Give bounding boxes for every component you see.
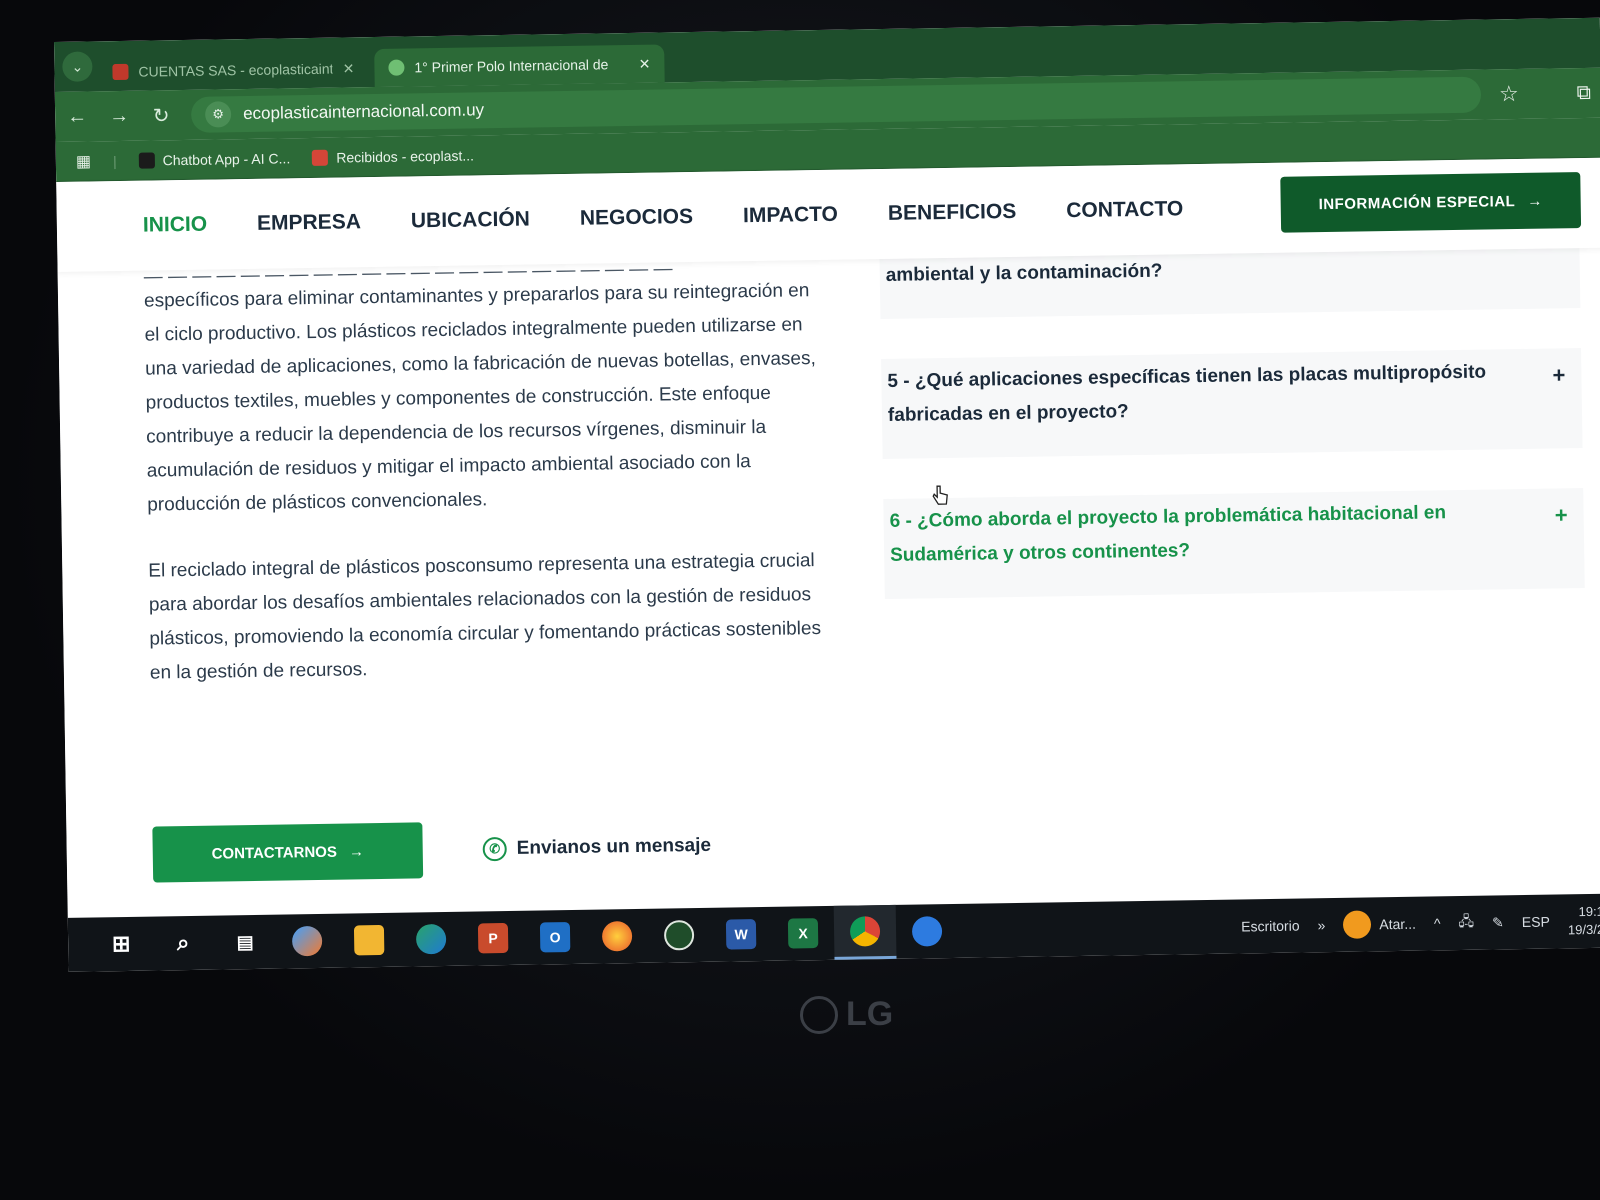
pen-icon[interactable]: ✎ <box>1492 914 1504 931</box>
copilot-icon[interactable] <box>276 914 339 969</box>
main-content: — — — — — — — — — — — — — — — — — — — — … <box>57 247 1600 902</box>
language-indicator[interactable]: ESP <box>1522 914 1550 930</box>
faq-question: 5 - ¿Qué aplicaciones específicas tienen… <box>887 361 1487 426</box>
faq-item[interactable]: ambiental y la contaminación? <box>879 248 1581 320</box>
arrow-right-icon: → <box>1527 192 1543 210</box>
chrome-icon[interactable] <box>833 904 897 960</box>
nav-beneficios[interactable]: BENEFICIOS <box>888 200 1017 226</box>
faq-item[interactable]: 5 - ¿Qué aplicaciones específicas tienen… <box>881 348 1583 460</box>
excel-icon[interactable]: X <box>772 906 835 961</box>
site-settings-icon[interactable]: ⚙ <box>204 101 232 128</box>
expand-plus-icon[interactable]: + <box>1552 362 1565 388</box>
nav-impacto[interactable]: IMPACTO <box>743 203 838 228</box>
chevron-up-icon[interactable]: ^ <box>1434 915 1441 931</box>
screen: ⌄ CUENTAS SAS - ecoplasticaint ✕ 1° Prim… <box>54 17 1600 972</box>
outlook-icon[interactable]: O <box>524 910 587 965</box>
hand-cursor-icon <box>932 485 948 505</box>
network-icon[interactable]: 🖧 <box>1458 911 1474 935</box>
messenger-icon[interactable] <box>896 904 959 959</box>
extensions-icon[interactable]: ⧉ <box>1577 81 1592 104</box>
informacion-especial-button[interactable]: INFORMACIÓN ESPECIAL → <box>1280 172 1582 233</box>
whatsapp-icon: ✆ <box>482 836 507 862</box>
paragraph: específicos para eliminar contaminantes … <box>143 280 816 516</box>
tab-title: CUENTAS SAS - ecoplasticaint <box>138 60 333 80</box>
desktop-toolbar[interactable]: Escritorio <box>1241 918 1300 935</box>
chatbot-icon <box>138 151 155 169</box>
tab-title: 1° Primer Polo Internacional de <box>414 56 609 76</box>
word-icon[interactable]: W <box>710 907 773 962</box>
forward-icon[interactable]: → <box>107 104 131 127</box>
sun-icon <box>1343 910 1372 939</box>
arrow-right-icon: → <box>348 842 365 860</box>
file-explorer-icon[interactable] <box>338 913 401 968</box>
brand-label: LG <box>846 995 894 1033</box>
nav-inicio[interactable]: INICIO <box>143 213 208 238</box>
whatsapp-link[interactable]: ✆ Envianos un mensaje <box>482 834 712 862</box>
gmail-icon <box>112 63 129 81</box>
faq-question: 6 - ¿Cómo aborda el proyecto la problemá… <box>889 502 1447 566</box>
close-tab-icon[interactable]: ✕ <box>639 55 651 72</box>
reload-icon[interactable]: ↻ <box>149 103 173 128</box>
back-icon[interactable]: ← <box>65 105 89 128</box>
paragraph: El reciclado integral de plásticos posco… <box>148 550 822 684</box>
bookmark-label: Chatbot App - AI C... <box>162 149 291 168</box>
search-icon[interactable]: ⌕ <box>152 916 215 971</box>
faq-accordion: ambiental y la contaminación? 5 - ¿Qué a… <box>879 248 1586 623</box>
bookmark-chatbot[interactable]: Chatbot App - AI C... <box>138 149 291 169</box>
apps-grid-icon[interactable]: ▦ <box>76 151 91 171</box>
clock[interactable]: 19:1 19/3/2 <box>1568 903 1600 940</box>
firefox-icon[interactable] <box>586 909 649 964</box>
whatsapp-label: Envianos un mensaje <box>516 834 712 859</box>
article-text: — — — — — — — — — — — — — — — — — — — — … <box>144 260 831 723</box>
nav-negocios[interactable]: NEGOCIOS <box>580 205 694 231</box>
edge-icon[interactable] <box>400 912 463 967</box>
weather-label: Atar... <box>1379 915 1417 933</box>
contactarnos-button[interactable]: CONTACTARNOS → <box>152 822 424 883</box>
monitor-logo: LG <box>800 995 893 1034</box>
app-icon[interactable] <box>648 908 711 963</box>
button-label: CONTACTARNOS <box>211 843 338 863</box>
powerpoint-icon[interactable]: P <box>462 911 525 966</box>
task-view-icon[interactable]: ▤ <box>214 915 277 970</box>
nav-ubicacion[interactable]: UBICACIÓN <box>411 208 530 234</box>
tab-cuentas[interactable]: CUENTAS SAS - ecoplasticaint ✕ <box>98 49 369 91</box>
cta-row: CONTACTARNOS → ✆ Envianos un mensaje <box>152 818 711 883</box>
address-text: ecoplasticainternacional.com.uy <box>242 100 485 124</box>
expand-plus-icon[interactable]: + <box>1555 502 1568 528</box>
lg-logo-icon <box>800 995 838 1034</box>
clock-date: 19/3/2 <box>1567 921 1600 938</box>
nav-empresa[interactable]: EMPRESA <box>257 210 361 236</box>
clock-time: 19:1 <box>1578 903 1600 920</box>
bookmark-label: Recibidos - ecoplast... <box>336 146 475 166</box>
button-label: INFORMACIÓN ESPECIAL <box>1318 192 1516 213</box>
gmail-icon <box>312 149 329 166</box>
faq-item[interactable]: 6 - ¿Cómo aborda el proyecto la problemá… <box>883 488 1585 600</box>
bookmark-star-icon[interactable]: ☆ <box>1499 81 1519 107</box>
chevron-double-icon[interactable]: » <box>1317 917 1325 933</box>
site-favicon-icon <box>388 59 405 76</box>
tab-polo[interactable]: 1° Primer Polo Internacional de ✕ <box>374 44 665 87</box>
system-tray: Escritorio » Atar... ^ 🖧 ✎ ESP 19:1 19/3… <box>1241 894 1600 954</box>
close-tab-icon[interactable]: ✕ <box>343 60 355 77</box>
tab-search-icon[interactable]: ⌄ <box>62 51 93 82</box>
nav-contacto[interactable]: CONTACTO <box>1066 197 1183 223</box>
windows-start-icon[interactable]: ⊞ <box>90 917 153 972</box>
weather-widget[interactable]: Atar... <box>1343 910 1416 939</box>
bookmark-recibidos[interactable]: Recibidos - ecoplast... <box>312 147 474 166</box>
